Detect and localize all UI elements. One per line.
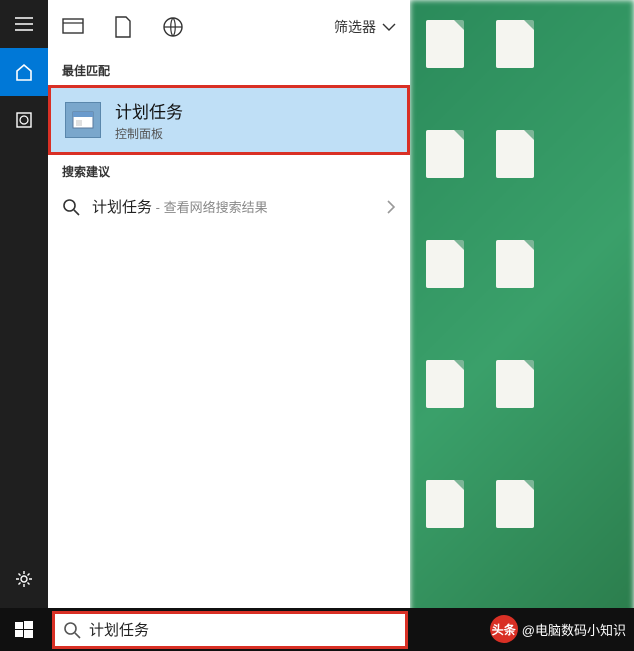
- watermark-handle: @电脑数码小知识: [522, 620, 626, 639]
- desktop-file-icon[interactable]: [490, 360, 540, 412]
- search-icon: [62, 198, 80, 216]
- desktop-file-icon[interactable]: [490, 130, 540, 182]
- desktop-background: [410, 0, 634, 651]
- desktop-file-icon[interactable]: [490, 480, 540, 532]
- filter-button[interactable]: 筛选器: [334, 17, 396, 37]
- desktop-file-icon[interactable]: [420, 480, 470, 532]
- recent-button[interactable]: [0, 96, 48, 144]
- best-match-text: 计划任务 控制面板: [115, 98, 183, 142]
- task-scheduler-icon: [65, 102, 101, 138]
- apps-tab-icon[interactable]: [62, 16, 84, 38]
- home-button[interactable]: [0, 48, 48, 96]
- suggestion-hint: - 查看网络搜索结果: [152, 200, 268, 215]
- chevron-down-icon: [382, 23, 396, 31]
- watermark-badge: 头条: [490, 615, 518, 643]
- desktop-file-icon[interactable]: [420, 360, 470, 412]
- search-input[interactable]: [89, 621, 397, 638]
- taskbar-search-box[interactable]: [52, 611, 408, 649]
- start-left-rail: [0, 0, 48, 651]
- windows-icon: [15, 621, 33, 639]
- search-icon: [63, 621, 81, 639]
- best-match-result[interactable]: 计划任务 控制面板: [48, 85, 410, 155]
- suggestion-text: 计划任务 - 查看网络搜索结果: [92, 196, 268, 217]
- best-match-header: 最佳匹配: [48, 54, 410, 85]
- suggestion-term: 计划任务: [92, 199, 152, 216]
- desktop-file-icon[interactable]: [420, 20, 470, 72]
- suggestions-header: 搜索建议: [48, 155, 410, 186]
- filter-label: 筛选器: [334, 17, 376, 37]
- best-match-subtitle: 控制面板: [115, 125, 183, 142]
- desktop-file-icon[interactable]: [420, 240, 470, 292]
- desktop-file-icon[interactable]: [420, 130, 470, 182]
- desktop-file-icon[interactable]: [490, 240, 540, 292]
- web-suggestion-row[interactable]: 计划任务 - 查看网络搜索结果: [48, 186, 410, 227]
- menu-button[interactable]: [0, 0, 48, 48]
- watermark: 头条 @电脑数码小知识: [490, 615, 626, 643]
- best-match-title: 计划任务: [115, 98, 183, 123]
- settings-button[interactable]: [0, 555, 48, 603]
- desktop-file-icon[interactable]: [490, 20, 540, 72]
- start-button[interactable]: [0, 608, 48, 651]
- search-scope-tabs: 筛选器: [48, 0, 410, 54]
- cortana-search-panel: 筛选器 最佳匹配 计划任务 控制面板 搜索建议 计划任务 - 查看网络搜索结果: [48, 0, 410, 608]
- web-tab-icon[interactable]: [162, 16, 184, 38]
- chevron-right-icon: [386, 200, 396, 214]
- documents-tab-icon[interactable]: [112, 16, 134, 38]
